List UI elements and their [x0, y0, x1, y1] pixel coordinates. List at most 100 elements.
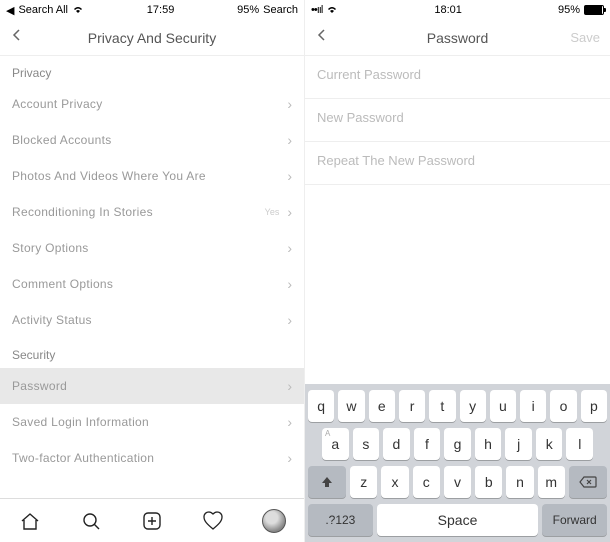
chevron-right-icon: ›: [287, 96, 292, 112]
key-h[interactable]: h: [475, 428, 502, 460]
key-j[interactable]: j: [505, 428, 532, 460]
key-x[interactable]: x: [381, 466, 408, 498]
save-button[interactable]: Save: [570, 30, 600, 45]
back-button[interactable]: [10, 28, 30, 48]
key-u[interactable]: u: [490, 390, 516, 422]
key-i[interactable]: i: [520, 390, 546, 422]
chevron-right-icon: ›: [287, 414, 292, 430]
chevron-right-icon: ›: [287, 378, 292, 394]
key-backspace[interactable]: [569, 466, 607, 498]
key-d[interactable]: d: [383, 428, 410, 460]
key-s[interactable]: s: [353, 428, 380, 460]
item-label: Story Options: [12, 241, 89, 255]
repeat-password-input[interactable]: [317, 153, 598, 168]
status-battery-pct: 95%: [558, 4, 580, 16]
tab-profile[interactable]: [261, 508, 287, 534]
key-r[interactable]: r: [399, 390, 425, 422]
key-k[interactable]: k: [536, 428, 563, 460]
key-m[interactable]: m: [538, 466, 565, 498]
key-space[interactable]: Space: [377, 504, 539, 536]
chevron-right-icon: ›: [287, 132, 292, 148]
tab-add[interactable]: [139, 508, 165, 534]
key-shift[interactable]: [308, 466, 346, 498]
chevron-right-icon: ›: [287, 312, 292, 328]
chevron-right-icon: ›: [287, 168, 292, 184]
tab-search[interactable]: [78, 508, 104, 534]
item-label: Reconditioning In Stories: [12, 205, 153, 219]
chevron-right-icon: ›: [287, 240, 292, 256]
item-activity-status[interactable]: Activity Status ›: [0, 302, 304, 338]
header: Password Save: [305, 20, 610, 56]
wifi-icon: [72, 4, 84, 17]
current-password-input[interactable]: [317, 67, 598, 82]
key-l[interactable]: l: [566, 428, 593, 460]
key-n[interactable]: n: [506, 466, 533, 498]
field-repeat-password: [305, 142, 610, 185]
status-right-label: Search: [263, 4, 298, 16]
chevron-right-icon: ›: [287, 450, 292, 466]
item-label: Password: [12, 379, 67, 393]
field-new-password: [305, 99, 610, 142]
item-label: Photos And Videos Where You Are: [12, 169, 206, 183]
item-password[interactable]: Password ›: [0, 368, 304, 404]
status-battery-pct: 95%: [237, 4, 259, 16]
status-bar: ◀ Search All 17:59 95% Search: [0, 0, 304, 20]
key-numbers[interactable]: .?123: [308, 504, 373, 536]
item-label: Account Privacy: [12, 97, 103, 111]
header: Privacy And Security: [0, 20, 304, 56]
item-saved-login[interactable]: Saved Login Information ›: [0, 404, 304, 440]
tab-activity[interactable]: [200, 508, 226, 534]
section-security: Security: [0, 338, 304, 368]
wifi-icon: [326, 4, 338, 17]
tab-home[interactable]: [17, 508, 43, 534]
page-title: Privacy And Security: [88, 30, 216, 46]
key-t[interactable]: t: [429, 390, 455, 422]
key-z[interactable]: z: [350, 466, 377, 498]
status-time: 18:01: [434, 4, 462, 16]
avatar-icon: [262, 509, 286, 533]
page-title: Password: [427, 30, 488, 46]
item-value: Yes: [265, 207, 280, 217]
key-g[interactable]: g: [444, 428, 471, 460]
item-photos-videos[interactable]: Photos And Videos Where You Are ›: [0, 158, 304, 194]
chevron-right-icon: ›: [287, 276, 292, 292]
item-label: Activity Status: [12, 313, 92, 327]
key-w[interactable]: w: [338, 390, 364, 422]
item-two-factor[interactable]: Two-factor Authentication ›: [0, 440, 304, 476]
item-reconditioning[interactable]: Reconditioning In Stories Yes ›: [0, 194, 304, 230]
tab-bar: [0, 498, 304, 542]
item-story-options[interactable]: Story Options ›: [0, 230, 304, 266]
new-password-input[interactable]: [317, 110, 598, 125]
key-p[interactable]: p: [581, 390, 607, 422]
status-bar: ••ııl 18:01 95%: [305, 0, 610, 20]
status-search: Search All: [18, 4, 68, 16]
section-privacy: Privacy: [0, 56, 304, 86]
password-form: [305, 56, 610, 384]
settings-list: Privacy Account Privacy › Blocked Accoun…: [0, 56, 304, 498]
item-label: Comment Options: [12, 277, 113, 291]
key-e[interactable]: e: [369, 390, 395, 422]
battery-icon: [584, 5, 604, 15]
item-comment-options[interactable]: Comment Options ›: [0, 266, 304, 302]
back-arrow-icon: ◀: [6, 4, 14, 17]
item-account-privacy[interactable]: Account Privacy ›: [0, 86, 304, 122]
signal-icon: ••ııl: [311, 4, 322, 16]
key-forward[interactable]: Forward: [542, 504, 607, 536]
status-time: 17:59: [147, 4, 175, 16]
item-label: Saved Login Information: [12, 415, 149, 429]
key-b[interactable]: b: [475, 466, 502, 498]
key-o[interactable]: o: [550, 390, 576, 422]
key-f[interactable]: f: [414, 428, 441, 460]
item-label: Blocked Accounts: [12, 133, 112, 147]
keyboard: qwertyuiop aAsdfghjkl zxcvbnm .?123 Spac…: [305, 384, 610, 542]
item-blocked-accounts[interactable]: Blocked Accounts ›: [0, 122, 304, 158]
key-v[interactable]: v: [444, 466, 471, 498]
chevron-right-icon: ›: [287, 204, 292, 220]
key-c[interactable]: c: [413, 466, 440, 498]
field-current-password: [305, 56, 610, 99]
item-label: Two-factor Authentication: [12, 451, 154, 465]
key-y[interactable]: y: [460, 390, 486, 422]
key-a[interactable]: aA: [322, 428, 349, 460]
key-q[interactable]: q: [308, 390, 334, 422]
back-button[interactable]: [315, 28, 335, 48]
